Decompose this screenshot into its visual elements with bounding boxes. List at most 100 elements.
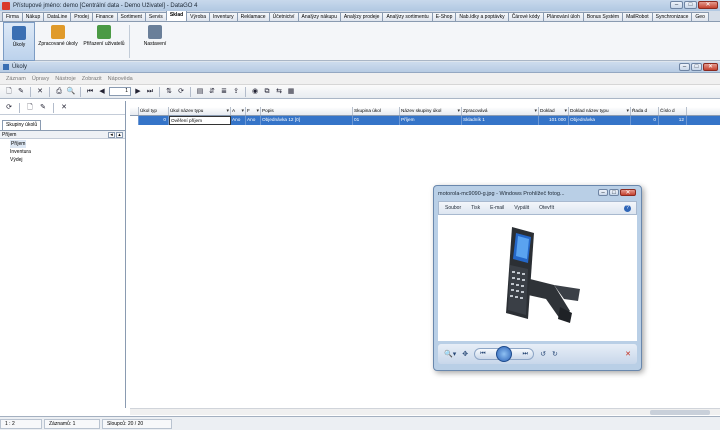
column-dropdown-icon[interactable]: ▾ bbox=[457, 107, 461, 115]
new-group-icon[interactable]: 🗋 bbox=[25, 103, 35, 113]
maximize-button[interactable]: □ bbox=[684, 1, 697, 9]
refresh-groups-icon[interactable]: ⟳ bbox=[4, 103, 14, 113]
table-cell[interactable]: Ano bbox=[246, 116, 261, 125]
menu-item[interactable]: Nápověda bbox=[108, 76, 133, 82]
print-icon[interactable]: ⎙ bbox=[54, 87, 64, 97]
table-cell[interactable]: 01 bbox=[353, 116, 400, 125]
column-header[interactable]: F ▾ bbox=[246, 107, 261, 115]
copy-icon[interactable]: ⧉ bbox=[262, 87, 272, 97]
column-dropdown-icon[interactable]: ▾ bbox=[534, 107, 538, 115]
menu-item[interactable]: Nástroje bbox=[55, 76, 75, 82]
ribbon-button[interactable]: Přiřazení uživatelů bbox=[81, 22, 127, 61]
module-tab[interactable]: Geo bbox=[691, 12, 709, 21]
table-cell[interactable]: 0 bbox=[139, 116, 169, 125]
viewer-menu-item[interactable]: Otevřít bbox=[539, 205, 554, 211]
module-tab[interactable]: Synchronizace bbox=[651, 12, 693, 21]
module-tab[interactable]: Nákup bbox=[21, 12, 45, 21]
view-icon[interactable]: ◉ bbox=[250, 87, 260, 97]
table-row[interactable]: 0 Ověření příjem Ano Ano Objednávka 12 [0] 01… bbox=[130, 116, 720, 125]
module-tab[interactable]: Analýzy prodeje bbox=[339, 12, 384, 21]
edit-group-icon[interactable]: ✎ bbox=[38, 103, 48, 113]
viewer-maximize-button[interactable]: □ bbox=[609, 189, 619, 196]
filter-icon[interactable]: ⇅ bbox=[164, 87, 174, 97]
help-icon[interactable]: ? bbox=[624, 204, 631, 212]
ribbon-button[interactable]: Zpracované úkoly bbox=[35, 22, 81, 61]
module-tab[interactable]: DataLine bbox=[43, 12, 72, 21]
column-header[interactable]: Zpracovává ▾ bbox=[462, 107, 539, 115]
module-tab[interactable]: Sortiment bbox=[116, 12, 146, 21]
column-dropdown-icon[interactable]: ▾ bbox=[256, 107, 260, 115]
zoom-icon[interactable]: 🔍▾ bbox=[444, 350, 456, 358]
move-icon[interactable]: ⇆ bbox=[274, 87, 284, 97]
minimize-button[interactable]: – bbox=[670, 1, 683, 9]
module-tab[interactable]: Analýzy nákupu bbox=[297, 12, 341, 21]
table-cell[interactable]: Příjem bbox=[400, 116, 462, 125]
module-tab[interactable]: MailRobot bbox=[622, 12, 653, 21]
viewer-menu-item[interactable]: Tisk bbox=[471, 205, 480, 211]
chart-icon[interactable]: ▤ bbox=[195, 87, 205, 97]
table-cell[interactable]: 12 bbox=[659, 116, 687, 125]
column-header[interactable]: A ▾ bbox=[231, 107, 246, 115]
close-button[interactable]: ✕ bbox=[698, 1, 718, 9]
viewer-menu-item[interactable]: E-mail bbox=[490, 205, 504, 211]
record-number-input[interactable]: 1 bbox=[109, 87, 131, 96]
next-record-icon[interactable]: ▶ bbox=[133, 87, 143, 97]
horizontal-scrollbar[interactable] bbox=[130, 408, 720, 415]
module-tab[interactable]: Čárové kódy bbox=[507, 12, 544, 21]
column-dropdown-icon[interactable]: ▾ bbox=[241, 107, 245, 115]
module-tab[interactable]: Inventury bbox=[209, 12, 238, 21]
delete-group-icon[interactable]: ✕ bbox=[59, 103, 69, 113]
column-header[interactable]: Úkol název typu ▾ bbox=[169, 107, 231, 115]
menu-item[interactable]: Zobrazit bbox=[82, 76, 102, 82]
table-cell[interactable]: Objednávka bbox=[569, 116, 631, 125]
export-icon[interactable]: ⇪ bbox=[231, 87, 241, 97]
module-tab[interactable]: Reklamace bbox=[236, 12, 270, 21]
slideshow-button[interactable] bbox=[496, 346, 513, 362]
column-dropdown-icon[interactable]: ▾ bbox=[626, 107, 630, 115]
table-cell[interactable]: Ověření příjem bbox=[169, 116, 231, 125]
tab-task-groups[interactable]: Skupiny úkolů bbox=[2, 120, 42, 130]
column-header[interactable]: Úkol typ bbox=[139, 107, 169, 115]
collapse-left-icon[interactable]: ◂ bbox=[108, 131, 115, 138]
print-preview-icon[interactable]: 🔍 bbox=[66, 87, 76, 97]
viewer-menu-item[interactable]: Soubor bbox=[445, 205, 461, 211]
menu-item[interactable]: Záznam bbox=[6, 76, 26, 82]
prev-record-icon[interactable]: ◀ bbox=[97, 87, 107, 97]
tree-item[interactable]: Výdej bbox=[10, 157, 23, 163]
column-header[interactable]: Název skupiny úkol ▾ bbox=[400, 107, 462, 115]
module-tab[interactable]: Nab.ídky a poptávky bbox=[455, 12, 509, 21]
module-tab[interactable]: Firma bbox=[2, 12, 23, 21]
module-tab[interactable]: Plánování úloh bbox=[542, 12, 584, 21]
module-tab[interactable]: Sklad bbox=[165, 11, 188, 21]
rotate-left-icon[interactable]: ↺ bbox=[540, 350, 546, 358]
next-image-icon[interactable]: ⏭ bbox=[522, 351, 527, 358]
fit-window-icon[interactable]: ✥ bbox=[462, 350, 468, 358]
new-record-icon[interactable]: 🗋 bbox=[4, 87, 14, 97]
module-tab[interactable]: Účetnictví bbox=[268, 12, 299, 21]
group-icon[interactable]: ≣ bbox=[219, 87, 229, 97]
rotate-right-icon[interactable]: ↻ bbox=[552, 350, 558, 358]
viewer-close-button[interactable]: ✕ bbox=[620, 189, 636, 196]
previous-image-icon[interactable]: ⏮ bbox=[480, 351, 485, 358]
module-tab[interactable]: Finance bbox=[91, 12, 118, 21]
inner-minimize-button[interactable]: – bbox=[679, 63, 690, 71]
column-header[interactable]: Popis bbox=[261, 107, 353, 115]
viewer-menu-item[interactable]: Vypálit bbox=[514, 205, 529, 211]
table-cell[interactable]: Objednávka 12 [0] bbox=[261, 116, 353, 125]
menu-item[interactable]: Úpravy bbox=[32, 76, 49, 82]
ribbon-button[interactable]: Nastavení bbox=[132, 22, 178, 61]
delete-image-icon[interactable]: ✕ bbox=[625, 350, 631, 358]
refresh-icon[interactable]: ⟳ bbox=[176, 87, 186, 97]
table-cell[interactable]: 101 000 bbox=[539, 116, 569, 125]
table-cell[interactable]: Ano bbox=[231, 116, 246, 125]
column-header[interactable]: Doklad název typu ▾ bbox=[569, 107, 631, 115]
column-header[interactable]: Doklad ▾ bbox=[539, 107, 569, 115]
row-header-cell[interactable] bbox=[130, 116, 139, 125]
last-record-icon[interactable]: ⏭ bbox=[145, 87, 155, 97]
column-header[interactable]: Řada d bbox=[631, 107, 659, 115]
inner-maximize-button[interactable]: □ bbox=[691, 63, 702, 71]
column-header[interactable]: Skupina úkol bbox=[353, 107, 400, 115]
delete-record-icon[interactable]: ✕ bbox=[35, 87, 45, 97]
inner-close-button[interactable]: ✕ bbox=[703, 63, 718, 71]
calculator-icon[interactable]: ▦ bbox=[286, 87, 296, 97]
